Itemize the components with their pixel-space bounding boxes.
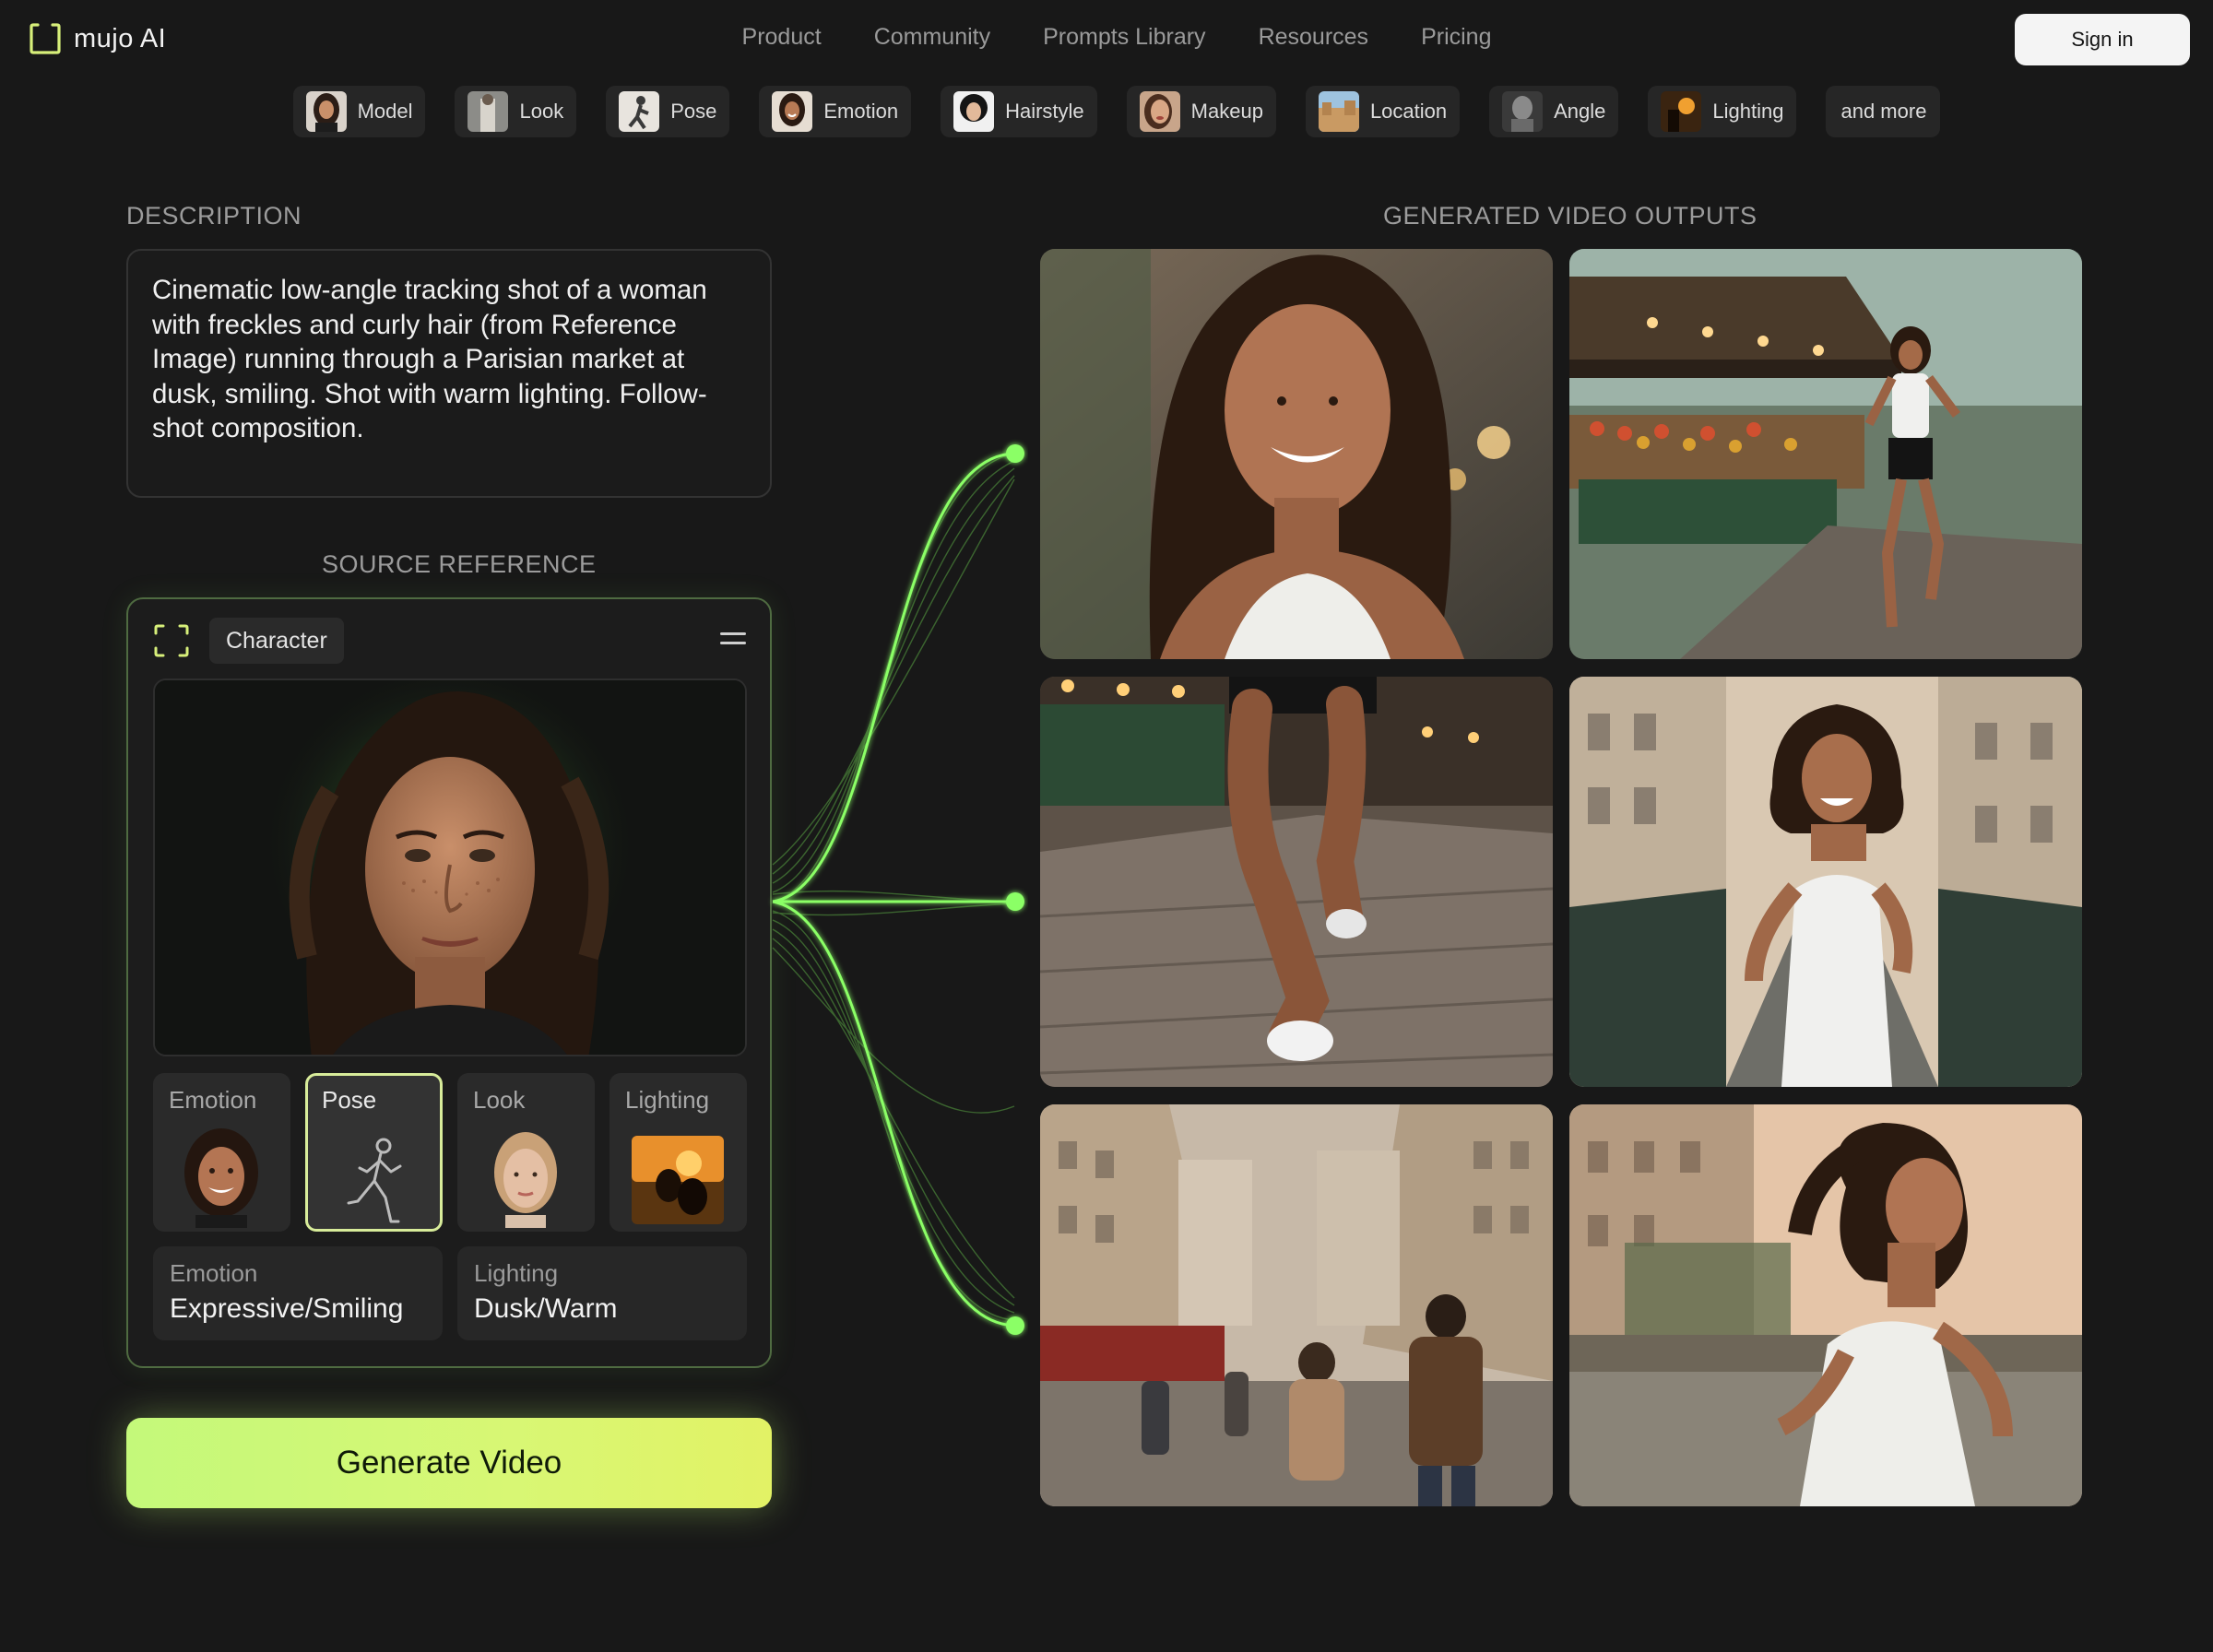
source-reference-panel: Character Emotion Pose Look Lighting Emo… — [126, 597, 772, 1368]
top-nav: Product Community Prompts Library Resour… — [0, 24, 2213, 51]
nav-pricing[interactable]: Pricing — [1421, 24, 1491, 51]
output-video-thumbnail — [1569, 677, 2082, 1087]
summary-value: Dusk/Warm — [474, 1293, 618, 1324]
connector-dot-middle — [1006, 892, 1024, 911]
sign-in-button[interactable]: Sign in — [2015, 14, 2190, 65]
tile-pose[interactable]: Pose — [305, 1073, 443, 1232]
emotion-thumbnail-icon — [772, 91, 813, 132]
location-thumbnail-icon — [1318, 91, 1359, 132]
output-frame-running-legs[interactable] — [1040, 677, 1553, 1087]
lighting-thumbnail-icon — [1661, 91, 1702, 132]
hairstyle-thumbnail-icon — [953, 91, 995, 132]
nav-resources[interactable]: Resources — [1259, 24, 1369, 51]
running-pose-icon — [347, 1138, 402, 1223]
makeup-thumbnail-icon — [1139, 91, 1180, 132]
chip-hairstyle[interactable]: Hairstyle — [941, 86, 1097, 137]
description-text: Cinematic low-angle tracking shot of a w… — [152, 275, 707, 443]
emotion-summary-card: Emotion Expressive/Smiling — [153, 1246, 443, 1340]
emotion-face-image — [184, 1128, 258, 1228]
source-reference-heading: SOURCE REFERENCE — [322, 550, 597, 578]
outputs-heading: GENERATED VIDEO OUTPUTS — [1383, 202, 1757, 230]
chip-label: Lighting — [1712, 100, 1784, 123]
output-video-thumbnail — [1569, 249, 2082, 659]
output-video-thumbnail — [1040, 249, 1553, 659]
lighting-scene-image — [632, 1136, 724, 1224]
character-portrait-image — [155, 680, 745, 1055]
chip-label: and more — [1840, 100, 1927, 123]
angle-thumbnail-icon — [1502, 91, 1544, 132]
chip-location[interactable]: Location — [1305, 86, 1461, 137]
output-frame-smiling-closeup[interactable] — [1040, 249, 1553, 659]
chip-model[interactable]: Model — [292, 86, 426, 137]
nav-prompts-library[interactable]: Prompts Library — [1043, 24, 1205, 51]
chip-look[interactable]: Look — [455, 86, 577, 137]
nav-product[interactable]: Product — [742, 24, 822, 51]
tile-lighting[interactable]: Lighting — [609, 1073, 747, 1232]
look-face-image — [494, 1132, 557, 1228]
model-thumbnail-icon — [305, 91, 347, 132]
chip-and-more[interactable]: and more — [1826, 86, 1941, 137]
chip-makeup[interactable]: Makeup — [1126, 86, 1276, 137]
chip-pose[interactable]: Pose — [606, 86, 730, 137]
character-frame-icon — [154, 624, 189, 657]
chip-label: Makeup — [1190, 100, 1263, 123]
lighting-summary-card: Lighting Dusk/Warm — [457, 1246, 747, 1340]
tile-label: Emotion — [169, 1086, 257, 1114]
pose-thumbnail-icon — [619, 91, 660, 132]
chip-lighting[interactable]: Lighting — [1648, 86, 1797, 137]
output-video-thumbnail — [1040, 1104, 1553, 1506]
output-frame-profile-run[interactable] — [1569, 1104, 2082, 1506]
tile-look[interactable]: Look — [457, 1073, 595, 1232]
app-root: mujo AI Product Community Prompts Librar… — [0, 0, 2213, 1652]
generate-video-button[interactable]: Generate Video — [126, 1418, 772, 1508]
output-frame-street-crowd[interactable] — [1040, 1104, 1553, 1506]
description-textarea[interactable]: Cinematic low-angle tracking shot of a w… — [126, 249, 772, 498]
chip-label: Pose — [670, 100, 717, 123]
connector-dot-top — [1006, 444, 1024, 463]
output-video-thumbnail — [1569, 1104, 2082, 1506]
summary-value: Expressive/Smiling — [170, 1293, 404, 1324]
chip-label: Location — [1369, 100, 1448, 123]
connector-dot-bottom — [1006, 1316, 1024, 1335]
tile-label: Lighting — [625, 1086, 710, 1114]
summary-key: Emotion — [170, 1259, 258, 1287]
chip-angle[interactable]: Angle — [1489, 86, 1619, 137]
attribute-summary: Emotion Expressive/Smiling Lighting Dusk… — [153, 1246, 747, 1340]
look-thumbnail-icon — [467, 91, 509, 132]
nav-community[interactable]: Community — [874, 24, 990, 51]
chip-emotion[interactable]: Emotion — [759, 86, 912, 137]
chip-label: Hairstyle — [1005, 100, 1084, 123]
summary-key: Lighting — [474, 1259, 559, 1287]
character-tag[interactable]: Character — [209, 618, 344, 664]
chip-label: Look — [519, 100, 564, 123]
tile-label: Look — [473, 1086, 526, 1114]
tile-label: Pose — [322, 1086, 377, 1114]
character-portrait — [153, 678, 747, 1056]
chip-label: Emotion — [823, 100, 899, 123]
chip-label: Angle — [1554, 100, 1606, 123]
tile-emotion[interactable]: Emotion — [153, 1073, 290, 1232]
output-frame-bridge-run[interactable] — [1569, 677, 2082, 1087]
menu-icon[interactable] — [720, 632, 746, 649]
attribute-tiles: Emotion Pose Look Lighting — [153, 1073, 747, 1232]
description-heading: DESCRIPTION — [126, 202, 302, 230]
output-frame-market-run[interactable] — [1569, 249, 2082, 659]
category-chips: Model Look Pose Emotion Hairstyle Makeup… — [0, 86, 2213, 137]
chip-label: Model — [357, 100, 413, 123]
output-video-thumbnail — [1040, 677, 1553, 1087]
